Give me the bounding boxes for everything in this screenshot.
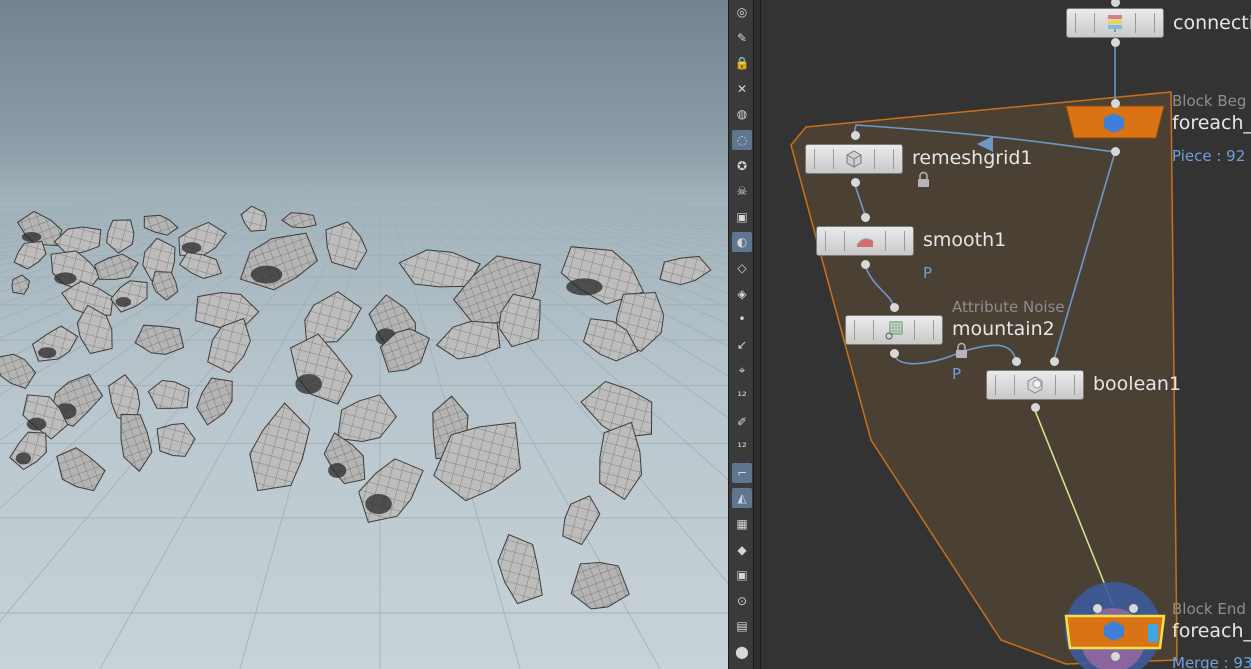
grid-snap-icon[interactable]: ◭ [732, 488, 752, 509]
node-boolean1-label: boolean1 [1093, 373, 1182, 395]
headlight-icon[interactable]: ✪ [732, 156, 752, 176]
hud-icon[interactable]: ▣ [732, 565, 752, 585]
pin-icon[interactable]: ↙ [732, 335, 752, 355]
display-options-icon[interactable]: ◎ [732, 2, 752, 22]
output-connector[interactable] [850, 177, 860, 187]
foreach-end-type: Block End [1172, 600, 1246, 618]
rock-pieces [0, 205, 712, 610]
snap-icon[interactable]: ⌐ [732, 462, 752, 483]
input-connector[interactable] [889, 302, 899, 312]
node-smooth1-label: smooth1 [923, 229, 1007, 251]
node-remeshgrid1-label: remeshgrid1 [912, 147, 1033, 169]
input-connector[interactable] [1128, 603, 1138, 613]
point-numbers-icon[interactable]: ⌖ [732, 360, 752, 380]
skull-icon[interactable]: ☠ [732, 181, 752, 201]
output-connector[interactable] [1110, 146, 1120, 156]
node-mountain2-flag: P [952, 365, 962, 383]
normals-icon[interactable]: • [732, 309, 752, 329]
shading-icon[interactable]: ◍ [732, 104, 752, 124]
primitive-numbers-icon[interactable]: ✐ [732, 412, 752, 432]
uv-border-icon[interactable]: ¹² [732, 437, 752, 457]
viewport-canvas [0, 189, 728, 669]
brush-icon[interactable]: ¹² [732, 386, 752, 406]
node-network-editor[interactable]: connecti Block Beg foreach_ Piece : 92 r… [761, 0, 1251, 669]
foreach-end-info: Merge : 93 [1172, 654, 1251, 669]
visibility-toggle-icon[interactable]: ◐ [732, 232, 752, 253]
scene-viewport[interactable] [0, 0, 728, 669]
node-remeshgrid1[interactable] [805, 144, 903, 174]
node-smooth1[interactable] [816, 226, 914, 256]
node-mountain2-type: Attribute Noise [952, 298, 1065, 316]
node-connectivity-label: connecti [1173, 12, 1251, 34]
input-connector[interactable] [1092, 603, 1102, 613]
location-pin-icon[interactable]: ⬤ [732, 642, 752, 662]
prim-snap-icon[interactable]: ▦ [732, 514, 752, 534]
output-connector[interactable] [1110, 651, 1120, 661]
foreach-begin-info: Piece : 92 [1172, 147, 1246, 165]
viewport-toolbar: ◎ ✎ 🔒 ✕ ◍ ◌ ✪ ☠ ▣ ◐ ◇ ◈ • ↙ ⌖ ¹² ✐ ¹² ⌐ ◭ ▦ ◆ ▣ ⊙ ▤ ⬤ [728, 0, 754, 669]
wireframe-ghost-icon[interactable]: ✕ [732, 79, 752, 99]
node-mountain2-label: mountain2 [952, 318, 1055, 340]
output-connector[interactable] [860, 259, 870, 269]
node-smooth1-flag: P [923, 264, 933, 282]
input-connector[interactable] [1110, 0, 1120, 7]
input-connector[interactable] [860, 212, 870, 222]
multi-snap-icon[interactable]: ◆ [732, 540, 752, 560]
display-points-icon[interactable]: ▣ [732, 207, 752, 227]
boolean-icon [1027, 376, 1043, 394]
output-connector[interactable] [1030, 402, 1040, 412]
input-connector[interactable] [850, 130, 860, 140]
node-boolean1[interactable] [986, 370, 1084, 400]
input-connector[interactable] [1110, 98, 1120, 108]
node-foreach-end[interactable] [1062, 612, 1168, 652]
foreach-begin-type: Block Beg [1172, 92, 1247, 110]
point-display-icon[interactable]: ◈ [732, 284, 752, 304]
foreach-end-label: foreach_ [1172, 620, 1251, 642]
pane-splitter[interactable] [754, 0, 761, 669]
input-connector[interactable] [1049, 356, 1059, 366]
attribute-noise-icon [885, 321, 903, 340]
output-connector[interactable] [889, 348, 899, 358]
foreach-begin-label: foreach_ [1172, 112, 1251, 134]
image-icon[interactable]: ▤ [732, 616, 752, 636]
reference-plane-icon[interactable]: ✎ [732, 28, 752, 48]
template-icon[interactable]: ◇ [732, 258, 752, 278]
circle-icon[interactable]: ⊙ [732, 591, 752, 611]
light-bulb-icon[interactable]: ◌ [732, 130, 752, 150]
node-mountain2[interactable] [845, 315, 943, 345]
smooth-icon [856, 238, 874, 247]
lock-camera-icon[interactable]: 🔒 [732, 53, 752, 73]
connectivity-icon [1108, 15, 1122, 32]
node-connectivity[interactable] [1066, 8, 1164, 38]
input-connector[interactable] [1011, 356, 1021, 366]
cube-icon [846, 150, 862, 168]
node-foreach-begin[interactable] [1064, 104, 1166, 140]
output-connector[interactable] [1110, 37, 1120, 47]
